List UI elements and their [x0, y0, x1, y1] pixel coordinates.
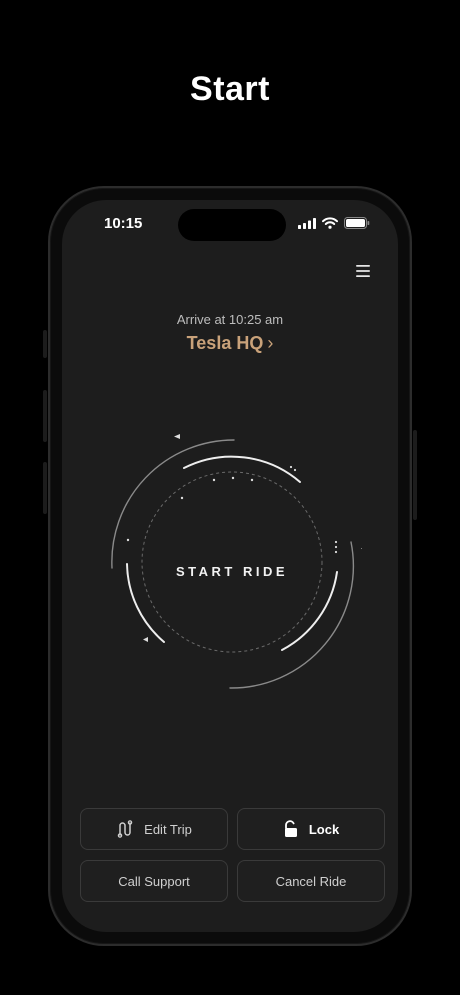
- unlock-icon: [284, 820, 297, 837]
- route-icon: [117, 820, 133, 838]
- phone-side-button: [43, 462, 47, 514]
- dial-dashed-ring: [141, 471, 323, 653]
- signal-icon: [298, 217, 316, 229]
- dial-arc-top: [183, 455, 301, 483]
- dial-marker: [143, 637, 148, 642]
- dial-dot: [334, 540, 338, 544]
- chevron-right-icon: ›: [267, 333, 274, 353]
- phone-side-button: [43, 390, 47, 442]
- destination-link[interactable]: Tesla HQ ›: [62, 333, 398, 354]
- dial-dot: [231, 476, 235, 480]
- dial-dot: [289, 465, 293, 469]
- call-support-label: Call Support: [118, 873, 190, 889]
- page-headline: Start: [190, 70, 270, 108]
- dial-dot: [180, 496, 184, 500]
- start-ride-dial[interactable]: [102, 432, 362, 692]
- status-time: 10:15: [104, 215, 143, 232]
- wifi-icon: [322, 217, 338, 229]
- start-ride-label: START RIDE: [175, 564, 289, 579]
- dial-dot: [334, 550, 338, 554]
- dial-dot: [126, 538, 130, 542]
- dial-marker: [361, 548, 362, 549]
- phone-side-button: [43, 330, 47, 358]
- lock-button[interactable]: Lock: [237, 808, 385, 850]
- phone-frame: 10:15 Arrive at 10:25 am Tesla HQ › STAR…: [48, 186, 412, 946]
- status-bar: 10:15: [62, 200, 398, 246]
- battery-icon: [344, 217, 370, 229]
- phone-side-button: [413, 430, 417, 520]
- destination-label: Tesla HQ: [186, 333, 264, 353]
- dial-outer-arc-left: [111, 439, 235, 569]
- dial-dot: [334, 545, 338, 549]
- call-support-button[interactable]: Call Support: [80, 860, 228, 902]
- edit-trip-label: Edit Trip: [144, 821, 192, 837]
- arrival-time-text: Arrive at 10:25 am: [176, 312, 284, 327]
- app-screen: 10:15 Arrive at 10:25 am Tesla HQ › STAR…: [62, 200, 398, 932]
- edit-trip-button[interactable]: Edit Trip: [80, 808, 228, 850]
- menu-icon: [356, 265, 370, 277]
- dial-arc-right: [281, 571, 338, 651]
- cancel-ride-button[interactable]: Cancel Ride: [237, 860, 385, 902]
- dial-dot: [212, 478, 216, 482]
- menu-button[interactable]: [354, 262, 372, 280]
- dynamic-island: [178, 209, 286, 241]
- dial-dot: [293, 468, 297, 472]
- dial-dot: [250, 478, 254, 482]
- cancel-ride-label: Cancel Ride: [275, 873, 347, 889]
- dial-marker: [174, 434, 180, 439]
- status-icons: [298, 217, 370, 229]
- lock-label: Lock: [308, 821, 340, 837]
